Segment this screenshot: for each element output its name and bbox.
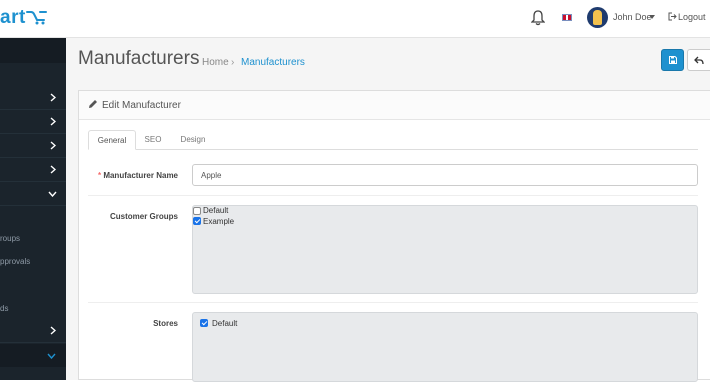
page-title: Manufacturers <box>78 48 200 69</box>
chevron-right-icon <box>50 165 56 174</box>
chevron-down-icon <box>48 191 57 197</box>
uk-flag-icon[interactable] <box>562 14 572 21</box>
avatar[interactable] <box>587 7 608 28</box>
sidebar-item-3[interactable] <box>0 134 66 158</box>
chevron-right-icon <box>50 326 56 335</box>
sidebar-item-4[interactable] <box>0 158 66 182</box>
customer-groups-list <box>192 205 698 294</box>
store-default-label[interactable]: Default <box>212 319 237 328</box>
customer-group-default-label[interactable]: Default <box>203 206 228 215</box>
bell-icon[interactable] <box>531 10 545 26</box>
back-button[interactable] <box>687 49 710 71</box>
store-default-checkbox[interactable] <box>200 319 208 327</box>
top-header: art John Doe Logout <box>0 0 710 38</box>
cart-logo-icon <box>26 11 47 25</box>
sidebar-item-1[interactable] <box>0 86 66 110</box>
tab-seo[interactable]: SEO <box>140 130 166 150</box>
pencil-icon <box>89 100 97 108</box>
divider <box>88 195 698 196</box>
reply-icon <box>694 56 704 65</box>
stores-label: Stores <box>153 319 178 328</box>
customer-groups-label: Customer Groups <box>109 212 178 221</box>
save-icon <box>669 56 677 64</box>
tab-general[interactable]: General <box>88 130 136 150</box>
customer-group-default-checkbox[interactable] <box>193 207 201 215</box>
tab-design[interactable]: Design <box>176 130 210 150</box>
sidebar-item-customers[interactable] <box>0 182 66 206</box>
customer-group-example-checkbox[interactable] <box>193 217 201 225</box>
customer-group-example-label[interactable]: Example <box>203 217 234 226</box>
logo-text[interactable]: art <box>0 7 26 29</box>
sidebar-subitem-fields[interactable]: ds <box>0 304 8 313</box>
chevron-right-icon <box>50 117 56 126</box>
logout-link[interactable]: Logout <box>678 12 706 22</box>
user-name[interactable]: John Doe <box>613 12 652 22</box>
chevron-right-icon <box>50 93 56 102</box>
breadcrumb-home[interactable]: Home <box>202 57 229 68</box>
manufacturer-name-input[interactable]: Apple <box>192 164 698 186</box>
sidebar: roups pprovals ds <box>0 38 66 380</box>
sidebar-toggle[interactable] <box>0 38 66 63</box>
divider <box>88 302 698 303</box>
sign-out-icon[interactable] <box>668 12 677 21</box>
sidebar-item-active[interactable] <box>0 344 66 367</box>
sidebar-item-5[interactable] <box>0 319 66 343</box>
panel-title: Edit Manufacturer <box>102 100 181 111</box>
chevron-down-icon <box>47 353 56 359</box>
chevron-right-icon <box>50 141 56 150</box>
sidebar-subitem-approvals[interactable]: pprovals <box>0 257 30 266</box>
breadcrumb-separator: › <box>231 57 235 68</box>
stores-list <box>192 312 698 382</box>
sidebar-item-2[interactable] <box>0 110 66 134</box>
chevron-down-icon[interactable] <box>649 15 655 19</box>
save-button[interactable] <box>661 49 684 71</box>
breadcrumb-current[interactable]: Manufacturers <box>241 57 305 68</box>
manufacturer-name-label: * Manufacturer Name <box>97 171 178 180</box>
sidebar-subitem-groups[interactable]: roups <box>0 234 20 243</box>
